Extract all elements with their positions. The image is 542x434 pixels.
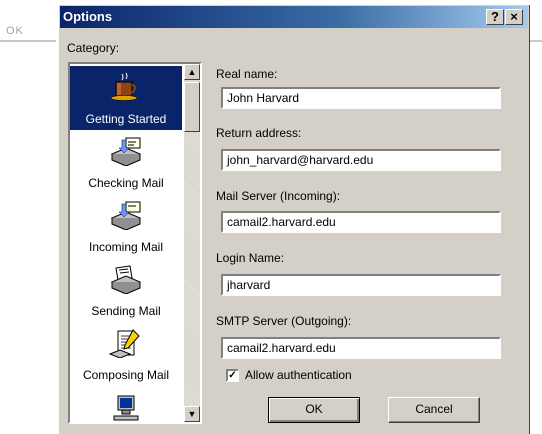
category-item-composing-mail[interactable]: Composing Mail — [70, 322, 182, 386]
allow-authentication-label: Allow authentication — [245, 368, 352, 382]
scroll-down-button[interactable]: ▼ — [184, 406, 200, 422]
category-list[interactable]: Getting Started Checking Mail Incoming M… — [68, 62, 202, 424]
category-item-incoming-mail[interactable]: Incoming Mail — [70, 194, 182, 258]
category-item-label: Sending Mail — [91, 304, 161, 318]
options-dialog: Options ? × Category: Getting Started Ch… — [58, 5, 530, 434]
allow-authentication-checkbox[interactable]: ✓ — [226, 369, 239, 382]
help-button[interactable]: ? — [486, 9, 504, 25]
real-name-field[interactable]: John Harvard — [221, 87, 501, 109]
return-address-label: Return address: — [216, 126, 302, 140]
dialog-title: Options — [63, 9, 113, 24]
computer-icon — [113, 395, 139, 421]
category-item-computer[interactable] — [70, 386, 182, 422]
smtp-server-label: SMTP Server (Outgoing): — [216, 314, 352, 328]
category-item-sending-mail[interactable]: Sending Mail — [70, 258, 182, 322]
category-item-label: Composing Mail — [82, 368, 170, 382]
background-window — [0, 0, 58, 434]
scroll-up-button[interactable]: ▲ — [184, 64, 200, 80]
check-mail-icon — [110, 137, 142, 166]
title-bar: Options ? × — [60, 6, 528, 28]
mail-server-label: Mail Server (Incoming): — [216, 189, 341, 203]
return-address-field[interactable]: john_harvard@harvard.edu — [221, 149, 501, 171]
background-divider — [0, 40, 56, 42]
category-item-getting-started[interactable]: Getting Started — [70, 66, 182, 130]
category-item-checking-mail[interactable]: Checking Mail — [70, 130, 182, 194]
ok-button[interactable]: OK — [268, 397, 360, 423]
category-item-label: Getting Started — [85, 112, 167, 126]
sending-mail-icon — [110, 265, 142, 294]
background-ok-text: OK — [6, 25, 24, 37]
composing-mail-icon — [108, 329, 140, 358]
scroll-thumb[interactable] — [184, 82, 200, 132]
incoming-mail-icon — [110, 201, 142, 230]
category-item-label: Checking Mail — [88, 176, 164, 190]
login-name-field[interactable]: jharvard — [221, 274, 501, 296]
close-button[interactable]: × — [505, 9, 523, 25]
smtp-server-field[interactable]: camail2.harvard.edu — [221, 337, 501, 359]
cancel-button[interactable]: Cancel — [388, 397, 480, 423]
login-name-label: Login Name: — [216, 251, 285, 265]
background-divider-right — [530, 40, 542, 42]
category-scrollbar[interactable]: ▲ ▼ — [184, 64, 200, 422]
real-name-label: Real name: — [216, 67, 278, 81]
coffee-cup-icon — [110, 72, 138, 101]
category-item-label: Incoming Mail — [88, 240, 164, 254]
mail-server-field[interactable]: camail2.harvard.edu — [221, 211, 501, 233]
category-label: Category: — [67, 41, 120, 55]
